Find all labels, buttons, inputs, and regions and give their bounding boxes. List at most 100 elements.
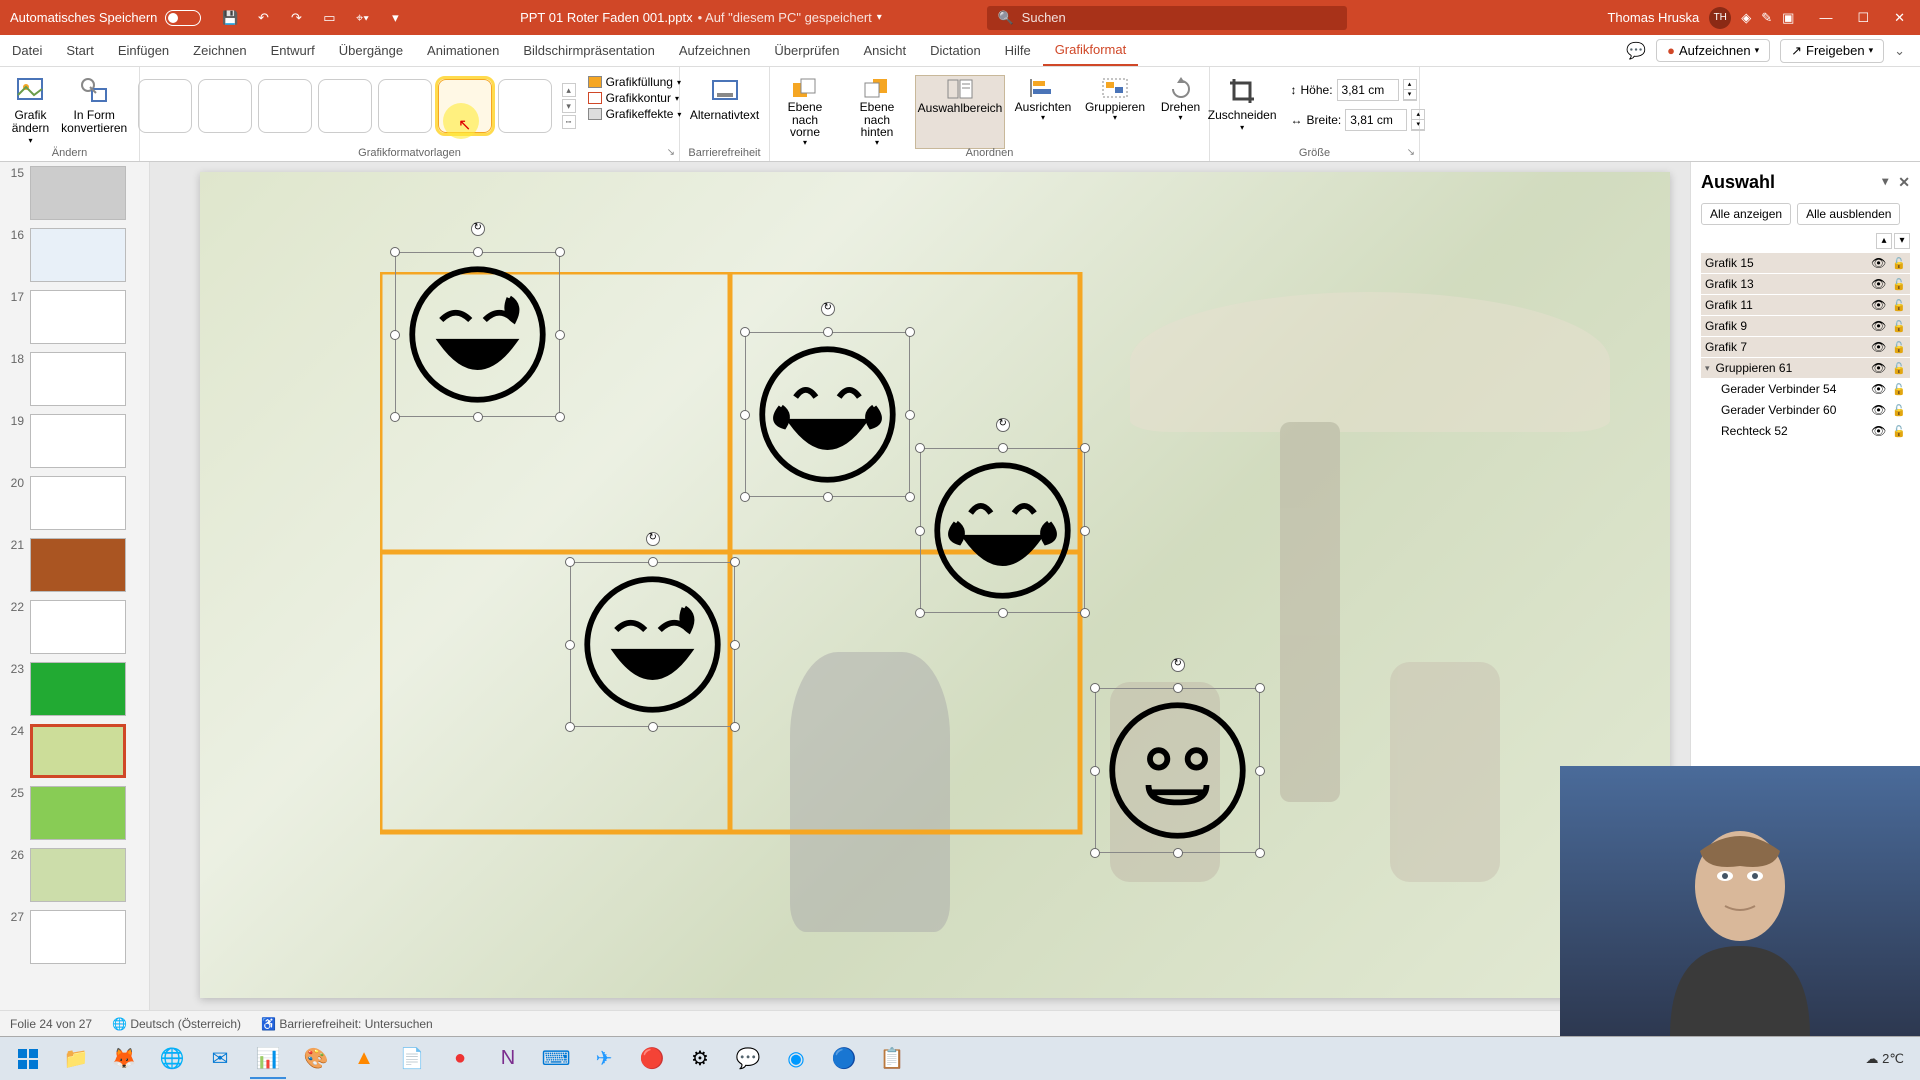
visibility-icon[interactable]: 👁 (1871, 340, 1886, 354)
tab-dictation[interactable]: Dictation (918, 35, 993, 66)
tab-einfuegen[interactable]: Einfügen (106, 35, 181, 66)
search-box[interactable]: 🔍 Suchen (987, 6, 1347, 30)
width-spinner[interactable]: ▴▾ (1411, 109, 1425, 131)
vscode-icon[interactable]: ⌨ (534, 1039, 578, 1079)
app-icon-8[interactable]: 🔵 (822, 1039, 866, 1079)
height-spinner[interactable]: ▴▾ (1403, 79, 1417, 101)
selection-item[interactable]: Grafik 9👁🔓 (1701, 316, 1910, 336)
app-icon-2[interactable]: 📄 (390, 1039, 434, 1079)
thumbnail-19[interactable]: 19 (0, 410, 149, 472)
bring-forward-button[interactable]: Ebene nach vorne▾ (771, 75, 839, 149)
record-button[interactable]: ●Aufzeichnen▾ (1656, 39, 1770, 62)
outlook-icon[interactable]: ✉ (198, 1039, 242, 1079)
lock-icon[interactable]: 🔓 (1892, 425, 1906, 438)
lock-icon[interactable]: 🔓 (1892, 299, 1906, 312)
thumbnail-16[interactable]: 16 (0, 224, 149, 286)
thumbnail-26[interactable]: 26 (0, 844, 149, 906)
gallery-down-icon[interactable]: ▾ (562, 99, 576, 113)
undo-icon[interactable]: ↶ (254, 9, 272, 27)
telegram-icon[interactable]: ✈ (582, 1039, 626, 1079)
selection-item[interactable]: Grafik 15👁🔓 (1701, 253, 1910, 273)
width-input[interactable] (1345, 109, 1407, 131)
shape-smiley-2[interactable] (920, 448, 1085, 613)
maximize-icon[interactable]: ☐ (1857, 10, 1869, 26)
app-icon-6[interactable]: 💬 (726, 1039, 770, 1079)
selection-item[interactable]: ▾Gruppieren 61👁🔓 (1701, 358, 1910, 378)
alttext-button[interactable]: Alternativtext (686, 71, 763, 126)
selection-pane-button[interactable]: Auswahlbereich (915, 75, 1005, 149)
selection-item[interactable]: Gerader Verbinder 60👁🔓 (1701, 400, 1910, 420)
start-show-icon[interactable]: ▭ (320, 9, 338, 27)
thumbnail-27[interactable]: 27 (0, 906, 149, 968)
shape-smiley-1[interactable] (745, 332, 910, 497)
app-icon-3[interactable]: ● (438, 1039, 482, 1079)
chrome-icon[interactable]: 🌐 (150, 1039, 194, 1079)
minimize-icon[interactable]: — (1819, 10, 1832, 26)
app-icon-5[interactable]: ⚙ (678, 1039, 722, 1079)
shape-smiley-3[interactable] (570, 562, 735, 727)
tab-hilfe[interactable]: Hilfe (993, 35, 1043, 66)
accessibility-check[interactable]: ♿ Barrierefreiheit: Untersuchen (261, 1017, 433, 1031)
app-icon-4[interactable]: 🔴 (630, 1039, 674, 1079)
app-icon-7[interactable]: ◉ (774, 1039, 818, 1079)
diamond-icon[interactable]: ◈ (1741, 10, 1751, 26)
thumbnail-18[interactable]: 18 (0, 348, 149, 410)
visibility-icon[interactable]: 👁 (1871, 319, 1886, 333)
visibility-icon[interactable]: 👁 (1871, 361, 1886, 375)
powerpoint-icon[interactable]: 📊 (246, 1039, 290, 1079)
style-4[interactable] (318, 79, 372, 133)
visibility-icon[interactable]: 👁 (1871, 382, 1886, 396)
change-graphic-button[interactable]: Grafik ändern ▾ (8, 71, 53, 150)
tab-zeichnen[interactable]: Zeichnen (181, 35, 258, 66)
styles-dialog-launcher-icon[interactable]: ↘ (667, 147, 675, 158)
vlc-icon[interactable]: ▲ (342, 1039, 386, 1079)
selection-item[interactable]: Rechteck 52👁🔓 (1701, 421, 1910, 441)
thumbnail-22[interactable]: 22 (0, 596, 149, 658)
chevron-down-icon[interactable]: ▾ (877, 12, 882, 23)
lock-icon[interactable]: 🔓 (1892, 404, 1906, 417)
tab-ueberpruefen[interactable]: Überprüfen (762, 35, 851, 66)
thumbnail-15[interactable]: 15 (0, 162, 149, 224)
selection-item[interactable]: Grafik 11👁🔓 (1701, 295, 1910, 315)
visibility-icon[interactable]: 👁 (1871, 298, 1886, 312)
lock-icon[interactable]: 🔓 (1892, 257, 1906, 270)
visibility-icon[interactable]: 👁 (1871, 277, 1886, 291)
app-icon-1[interactable]: 🎨 (294, 1039, 338, 1079)
chevron-down-icon[interactable]: ▾ (1882, 174, 1888, 191)
touch-mode-icon[interactable]: ⌖▾ (353, 9, 371, 27)
gallery-more-icon[interactable]: ┉ (562, 115, 576, 129)
size-dialog-launcher-icon[interactable]: ↘ (1407, 147, 1415, 158)
style-gallery[interactable]: ▴ ▾ ┉ (138, 71, 576, 133)
visibility-icon[interactable]: 👁 (1871, 424, 1886, 438)
style-1[interactable] (138, 79, 192, 133)
close-icon[interactable]: ✕ (1894, 10, 1905, 26)
thumbnail-17[interactable]: 17 (0, 286, 149, 348)
share-button[interactable]: ↗Freigeben▾ (1780, 39, 1884, 63)
rotate-button[interactable]: Drehen▾ (1153, 75, 1208, 149)
thumbnail-24[interactable]: 24 (0, 720, 149, 782)
firefox-icon[interactable]: 🦊 (102, 1039, 146, 1079)
tab-datei[interactable]: Datei (0, 35, 54, 66)
redo-icon[interactable]: ↷ (287, 9, 305, 27)
selection-item[interactable]: Grafik 13👁🔓 (1701, 274, 1910, 294)
app-icon-9[interactable]: 📋 (870, 1039, 914, 1079)
crop-button[interactable]: Zuschneiden▾ (1204, 71, 1281, 137)
graphic-fill-button[interactable]: Grafikfüllung▾ (588, 75, 682, 89)
close-pane-icon[interactable]: ✕ (1898, 174, 1910, 191)
thumbnail-23[interactable]: 23 (0, 658, 149, 720)
show-all-button[interactable]: Alle anzeigen (1701, 203, 1791, 225)
visibility-icon[interactable]: 👁 (1871, 403, 1886, 417)
selection-item[interactable]: Gerader Verbinder 54👁🔓 (1701, 379, 1910, 399)
lock-icon[interactable]: 🔓 (1892, 383, 1906, 396)
weather-widget[interactable]: ☁ 2℃ (1866, 1051, 1904, 1067)
slide-area[interactable] (150, 162, 1690, 1010)
tab-start[interactable]: Start (54, 35, 105, 66)
lock-icon[interactable]: 🔓 (1892, 362, 1906, 375)
style-7[interactable] (498, 79, 552, 133)
ttab-grafikformat[interactable]: Grafikformat (1043, 35, 1139, 66)
selection-item[interactable]: Grafik 7👁🔓 (1701, 337, 1910, 357)
slide-canvas[interactable] (200, 172, 1670, 998)
lock-icon[interactable]: 🔓 (1892, 341, 1906, 354)
collapse-ribbon-icon[interactable]: ⌄ (1894, 43, 1905, 59)
gallery-up-icon[interactable]: ▴ (562, 83, 576, 97)
